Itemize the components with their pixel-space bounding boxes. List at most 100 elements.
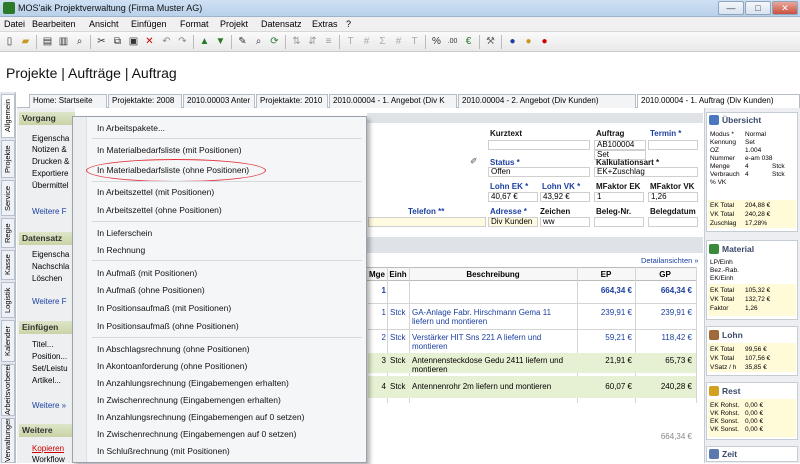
delete-icon[interactable]: ✕ [143,35,156,48]
menu-item-zwischen-null[interactable]: In Zwischenrechnung (Eingabemengen auf 0… [97,429,296,439]
col-einh[interactable]: Einh [388,270,408,279]
format-icon[interactable]: T [344,35,357,48]
menu-bearbeiten[interactable]: Bearbeiten [32,19,76,29]
section-weitere[interactable]: Weitere [19,424,75,437]
currency-icon[interactable]: € [462,35,475,48]
belegdatum-field[interactable] [648,217,698,227]
menu-item-aufmass-ohne[interactable]: In Aufmaß (ohne Positionen) [97,285,205,295]
menu-item-arbeitspakete[interactable]: In Arbeitspakete... [97,123,165,133]
menu-item-akontoanforderung[interactable]: In Akontoanforderung (ohne Positionen) [97,361,247,371]
rest-header[interactable]: Rest [708,385,796,397]
section-datensatz[interactable]: Datensatz [19,232,75,245]
tab-home[interactable]: Home: Startseite [29,94,107,108]
cut-icon[interactable]: ✂ [95,35,108,48]
tab-angebot-1[interactable]: 2010.00004 - 1. Angebot (Div K [329,94,457,108]
user-blue-icon[interactable]: ● [506,35,519,48]
side-tab-kalender[interactable]: Kalender [1,320,15,362]
menu-item-positionsaufmass-mit[interactable]: In Positionsaufmaß (mit Positionen) [97,303,231,313]
lohn-vk-field[interactable]: 43,92 € [540,192,590,202]
tab-projektakte-2010[interactable]: Projektakte: 2010 [256,94,328,108]
menu-item-rechnung[interactable]: In Rechnung [97,245,145,255]
action-artikel[interactable]: Artikel... [32,376,61,385]
undo-icon[interactable]: ↶ [160,35,173,48]
action-eigenschaften[interactable]: Eigenscha [32,134,69,143]
redo-icon[interactable]: ↷ [176,35,189,48]
zeichen-field[interactable]: ww [540,217,590,227]
col-mge[interactable]: Mge [368,270,386,279]
side-tab-allgemein[interactable]: Allgemein [1,94,15,138]
side-tab-kasse[interactable]: Kasse [1,250,15,280]
action-loeschen[interactable]: Löschen [32,274,62,283]
menu-item-schlussrechnung[interactable]: In Schlußrechnung (mit Positionen) [97,446,230,456]
new-icon[interactable]: ▯ [3,35,16,48]
menu-item-arbeitszettel-ohne[interactable]: In Arbeitszettel (ohne Positionen) [97,205,222,215]
search-icon[interactable]: ⌕ [252,35,265,48]
menu-item-aufmass-mit[interactable]: In Aufmaß (mit Positionen) [97,268,197,278]
kurztext-field[interactable] [488,140,590,150]
lohn-ek-field[interactable]: 40,67 € [488,192,538,202]
percent-icon[interactable]: % [430,35,443,48]
telefon-field[interactable] [368,217,486,227]
text-icon[interactable]: T [408,35,421,48]
menu-einfuegen[interactable]: Einfügen [131,19,167,29]
menu-item-zwischen-erhalten[interactable]: In Zwischenrechnung (Eingabemengen erhal… [97,395,281,405]
action-uebermitteln[interactable]: Übermittel [32,181,68,190]
tools-icon[interactable]: ⚒ [484,35,497,48]
menu-item-materialbedarf-mit[interactable]: In Materialbedarfsliste (mit Positionen) [97,145,242,155]
action-kopieren[interactable]: Kopieren [32,444,64,453]
tab-angebot-2[interactable]: 2010.00004 - 2. Angebot (Div Kunden) [458,94,636,108]
action-weitere-vorgang[interactable]: Weitere F [32,207,67,216]
action-titel[interactable]: Titel... [32,340,53,349]
action-set-leistung[interactable]: Set/Leistu [32,364,68,373]
user-yellow-icon[interactable]: ● [522,35,535,48]
maximize-button[interactable]: □ [745,1,771,15]
menu-item-abschlagsrechnung[interactable]: In Abschlagsrechnung (ohne Positionen) [97,344,250,354]
menu-format[interactable]: Format [180,19,209,29]
tab-projektakte-2008[interactable]: Projektakte: 2008 [108,94,182,108]
col-gp[interactable]: GP [636,270,694,279]
action-position[interactable]: Position... [32,352,67,361]
lohn-header[interactable]: Lohn [708,329,796,341]
side-tab-arbeitsvorbereitung[interactable]: Arbeitsvorbereitung [1,364,15,416]
col-beschreibung[interactable]: Beschreibung [410,270,576,279]
material-header[interactable]: Material [708,243,796,255]
tab-auftrag-1[interactable]: 2010.00004 - 1. Auftrag (Div Kunden) [637,94,800,108]
edit-icon[interactable]: ✐ [470,156,478,167]
print-setup-icon[interactable]: ▥ [57,35,70,48]
adresse-field[interactable]: Div Kunden [488,217,538,227]
action-weitere-datensatz[interactable]: Weitere F [32,297,67,306]
auftrag-field[interactable]: AB100004 [594,140,646,150]
action-eigenschaften-ds[interactable]: Eigenscha [32,250,69,259]
user-red-icon[interactable]: ● [538,35,551,48]
refresh-icon[interactable]: ⟳ [268,35,281,48]
action-weitere-einfuegen[interactable]: Weitere » [32,401,66,410]
side-tab-verwaltungen[interactable]: Verwaltungen [1,418,15,463]
menu-extras[interactable]: Extras [312,19,338,29]
kalkulationsart-field[interactable]: EK+Zuschlag [594,167,698,177]
copy-icon[interactable]: ⧉ [111,35,124,48]
up-arrow-icon[interactable]: ▲ [198,35,211,48]
sort-asc-icon[interactable]: ⇅ [290,35,303,48]
action-exportieren[interactable]: Exportiere [32,169,68,178]
tab-2010-00003[interactable]: 2010.00003 Anter [183,94,255,108]
zeit-header[interactable]: Zeit [708,448,796,460]
action-nachschlagen[interactable]: Nachschla [32,262,69,271]
number-icon[interactable]: # [360,35,373,48]
down-arrow-icon[interactable]: ▼ [214,35,227,48]
status-field[interactable]: Offen [488,167,590,177]
action-drucken[interactable]: Drucken & [32,157,69,166]
mfaktor-ek-field[interactable]: 1 [594,192,644,202]
menu-item-anzahlung-erhalten[interactable]: In Anzahlungsrechnung (Eingabemengen erh… [97,378,289,388]
menu-datei[interactable]: Datei [4,19,25,29]
beleg-nr-field[interactable] [594,217,644,227]
termin-field[interactable] [648,140,698,150]
side-tab-projekte[interactable]: Projekte [1,140,15,178]
menu-item-anzahlung-null[interactable]: In Anzahlungsrechnung (Eingabemengen auf… [97,412,304,422]
paste-icon[interactable]: ▣ [127,35,140,48]
side-tab-regie[interactable]: Regie [1,218,15,248]
section-einfuegen[interactable]: Einfügen [19,321,75,334]
side-tab-service[interactable]: Service [1,180,15,216]
action-notizen[interactable]: Notizen & [32,145,67,154]
mfaktor-vk-field[interactable]: 1,26 [648,192,698,202]
properties-icon[interactable]: ✎ [236,35,249,48]
